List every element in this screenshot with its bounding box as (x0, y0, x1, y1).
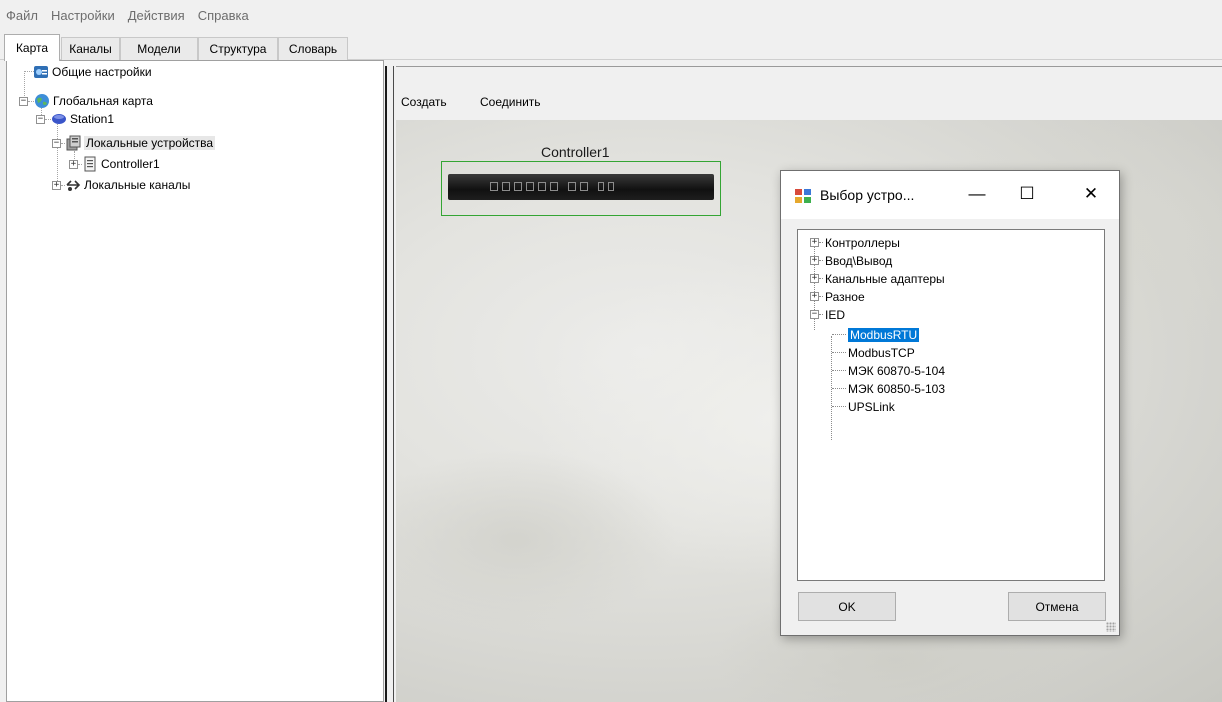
tree-item-controllers[interactable]: + Контроллеры (810, 234, 900, 251)
tree-item-label: Локальные устройства (84, 136, 216, 150)
tree-item-ied[interactable]: − IED (810, 306, 845, 323)
tab-map[interactable]: Карта (4, 34, 60, 61)
tree-item-label: Общие настройки (52, 65, 152, 79)
menu-actions[interactable]: Действия (128, 8, 185, 23)
splitter-edge (393, 66, 394, 702)
collapse-icon[interactable]: − (810, 310, 819, 319)
tree-item-controller1[interactable]: + Controller1 (69, 155, 160, 173)
expand-icon[interactable]: + (810, 256, 819, 265)
tree-item-local-channels[interactable]: + Локальные каналы (52, 176, 190, 194)
tree-item-modbus-tcp[interactable]: ModbusTCP (832, 344, 915, 361)
globe-icon (35, 94, 49, 108)
controller-device[interactable] (441, 161, 721, 216)
device-type-tree[interactable]: + Контроллеры + Ввод\Вывод + Канальные а… (797, 229, 1105, 581)
tree-item-modbus-rtu[interactable]: ModbusRTU (832, 326, 920, 343)
create-button[interactable]: Создать (401, 95, 447, 109)
expand-icon[interactable]: + (810, 238, 819, 247)
tree-item-label: Station1 (70, 112, 115, 126)
collapse-icon[interactable]: − (36, 114, 45, 124)
tree-item-label: ModbusTCP (848, 345, 915, 360)
station-icon (52, 114, 66, 124)
tree-item-label: Разное (825, 289, 865, 304)
tree-item-label: ModbusRTU (848, 327, 920, 342)
app-icon (795, 189, 811, 203)
connect-button[interactable]: Соединить (480, 95, 541, 109)
devices-icon (66, 135, 81, 151)
dialog-title: Выбор устро... (820, 187, 915, 203)
tree-item-label: UPSLink (848, 399, 895, 414)
tree-item-label: Контроллеры (825, 235, 900, 250)
tree-item-local-devices[interactable]: − Локальные устройства (52, 134, 216, 152)
controller-image (448, 174, 714, 200)
device-label: Controller1 (541, 144, 610, 160)
dialog-body: + Контроллеры + Ввод\Вывод + Канальные а… (781, 219, 1119, 635)
splitter[interactable] (385, 66, 387, 702)
maximize-icon[interactable]: ☐ (1007, 179, 1047, 209)
tree-item-global-map[interactable]: − Глобальная карта (19, 92, 153, 110)
settings-globe-icon (34, 66, 48, 78)
tab-channels[interactable]: Каналы (61, 37, 120, 60)
map-toolbar: Создать Соединить (396, 66, 1222, 120)
tab-dictionary[interactable]: Словарь (278, 37, 348, 60)
tree-item-upslink[interactable]: UPSLink (832, 398, 895, 415)
tree-item-iec-103[interactable]: МЭК 60850-5-103 (832, 380, 945, 397)
tree-item-misc[interactable]: + Разное (810, 288, 865, 305)
tree-item-label: Controller1 (101, 157, 160, 171)
tree-item-label: Глобальная карта (53, 94, 153, 108)
tree-item-label: IED (825, 307, 846, 322)
tree-item-label: Канальные адаптеры (825, 271, 945, 286)
menu-bar: Файл Настройки Действия Справка (0, 0, 1222, 30)
tree-item-label: Ввод\Вывод (825, 253, 893, 268)
tree-item-label: МЭК 60850-5-103 (848, 381, 946, 396)
project-tree[interactable]: Общие настройки − Глобальная карта − Sta… (6, 60, 384, 702)
dialog-titlebar[interactable]: Выбор устро... — ☐ ✕ (781, 171, 1119, 219)
tree-item-station1[interactable]: − Station1 (36, 110, 114, 128)
collapse-icon[interactable]: − (19, 96, 28, 106)
tree-item-general-settings[interactable]: Общие настройки (33, 63, 152, 81)
expand-icon[interactable]: + (52, 180, 61, 190)
menu-file[interactable]: Файл (6, 8, 38, 23)
controller-icon (84, 156, 96, 172)
tree-item-channel-adapters[interactable]: + Канальные адаптеры (810, 270, 945, 287)
tab-structure[interactable]: Структура (198, 37, 278, 60)
expand-icon[interactable]: + (810, 292, 819, 301)
tab-strip: Карта Каналы Модели Структура Словарь (0, 30, 1222, 61)
resize-grip-icon[interactable] (1106, 622, 1116, 632)
menu-help[interactable]: Справка (198, 8, 249, 23)
tree-item-label: МЭК 60870-5-104 (848, 363, 946, 378)
tree-item-io[interactable]: + Ввод\Вывод (810, 252, 892, 269)
ok-button[interactable]: OK (798, 592, 896, 621)
collapse-icon[interactable]: − (52, 138, 61, 148)
tab-models[interactable]: Модели (120, 37, 198, 60)
minimize-icon[interactable]: — (957, 179, 997, 209)
tree-item-label: Локальные каналы (84, 178, 191, 192)
network-channels-icon (66, 180, 81, 191)
close-icon[interactable]: ✕ (1071, 179, 1111, 209)
expand-icon[interactable]: + (810, 274, 819, 283)
menu-settings[interactable]: Настройки (51, 8, 115, 23)
tree-item-iec-104[interactable]: МЭК 60870-5-104 (832, 362, 945, 379)
device-select-dialog: Выбор устро... — ☐ ✕ + Контроллеры + Вво… (780, 170, 1120, 636)
expand-icon[interactable]: + (69, 159, 78, 169)
cancel-button[interactable]: Отмена (1008, 592, 1106, 621)
